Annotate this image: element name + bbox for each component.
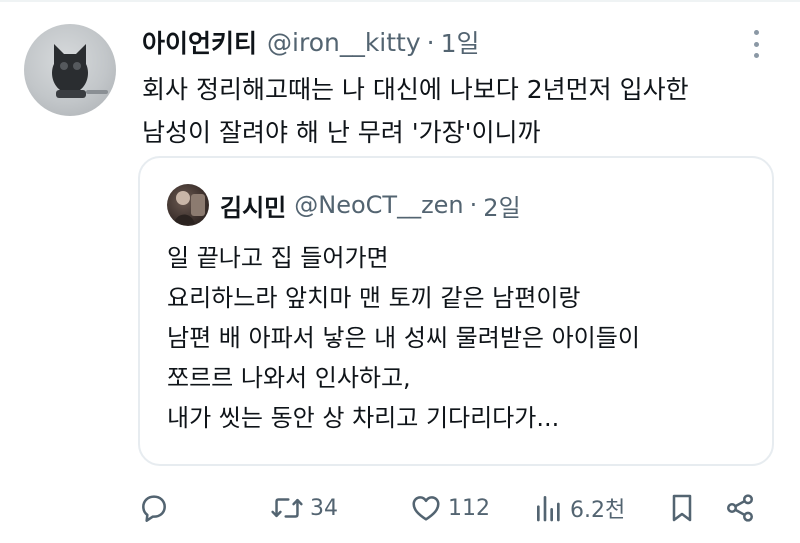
like-button[interactable]: 112 (410, 486, 490, 530)
quoted-separator-dot: · (469, 191, 478, 219)
share-icon (724, 492, 756, 524)
bookmark-button[interactable] (668, 486, 696, 530)
retweet-count: 34 (310, 495, 338, 521)
tweet-text: 회사 정리해고때는 나 대신에 나보다 2년먼저 입사한 남성이 잘려야 해 난… (142, 68, 762, 154)
quoted-header: 김시민 @NeoCT__zen · 2일 (220, 184, 521, 226)
retweet-icon (270, 492, 304, 524)
quoted-avatar (167, 184, 209, 226)
quoted-text-line: 요리하느라 앞치마 맨 토끼 같은 남편이랑 (167, 284, 581, 312)
quoted-user-handle: @NeoCT__zen (294, 191, 464, 219)
reply-button[interactable] (138, 486, 170, 530)
heart-icon (410, 492, 442, 524)
views-button[interactable]: 6.2천 (534, 486, 625, 530)
timestamp[interactable]: 1일 (441, 24, 480, 60)
avatar[interactable] (24, 24, 116, 116)
tweet-text-line: 회사 정리해고때는 나 대신에 나보다 2년먼저 입사한 (142, 75, 689, 104)
retweet-button[interactable]: 34 (270, 486, 338, 530)
top-divider (0, 0, 800, 2)
separator-dot: · (426, 27, 435, 57)
tweet-header: 아이언키티 @iron__kitty · 1일 (142, 22, 480, 62)
quoted-timestamp: 2일 (483, 193, 521, 222)
views-count: 6.2천 (570, 498, 626, 523)
quoted-text-line: 내가 씻는 동안 상 차리고 기다리다가... (167, 404, 560, 432)
bookmark-icon (668, 492, 696, 524)
quoted-text-line: 남편 배 아파서 낳은 내 성씨 물려받은 아이들이 (167, 324, 640, 352)
quoted-text-line: 일 끝나고 집 들어가면 (167, 244, 389, 272)
action-bar: 34 112 6.2천 (0, 486, 800, 530)
quoted-text: 일 끝나고 집 들어가면 요리하느라 앞치마 맨 토끼 같은 남편이랑 남편 배… (167, 238, 757, 438)
display-name[interactable]: 아이언키티 (142, 24, 257, 60)
reply-icon (138, 492, 170, 524)
tweet-text-line: 남성이 잘려야 해 난 무려 '가장'이니까 (142, 118, 541, 147)
quoted-tweet[interactable]: 김시민 @NeoCT__zen · 2일 일 끝나고 집 들어가면 요리하느라 … (138, 156, 774, 466)
like-count: 112 (448, 495, 490, 521)
user-handle[interactable]: @iron__kitty (267, 28, 421, 57)
more-options-icon[interactable] (746, 26, 766, 62)
quoted-display-name: 김시민 (220, 193, 287, 222)
views-icon (534, 492, 564, 524)
quoted-text-line: 쪼르르 나와서 인사하고, (167, 364, 411, 392)
share-button[interactable] (724, 486, 756, 530)
